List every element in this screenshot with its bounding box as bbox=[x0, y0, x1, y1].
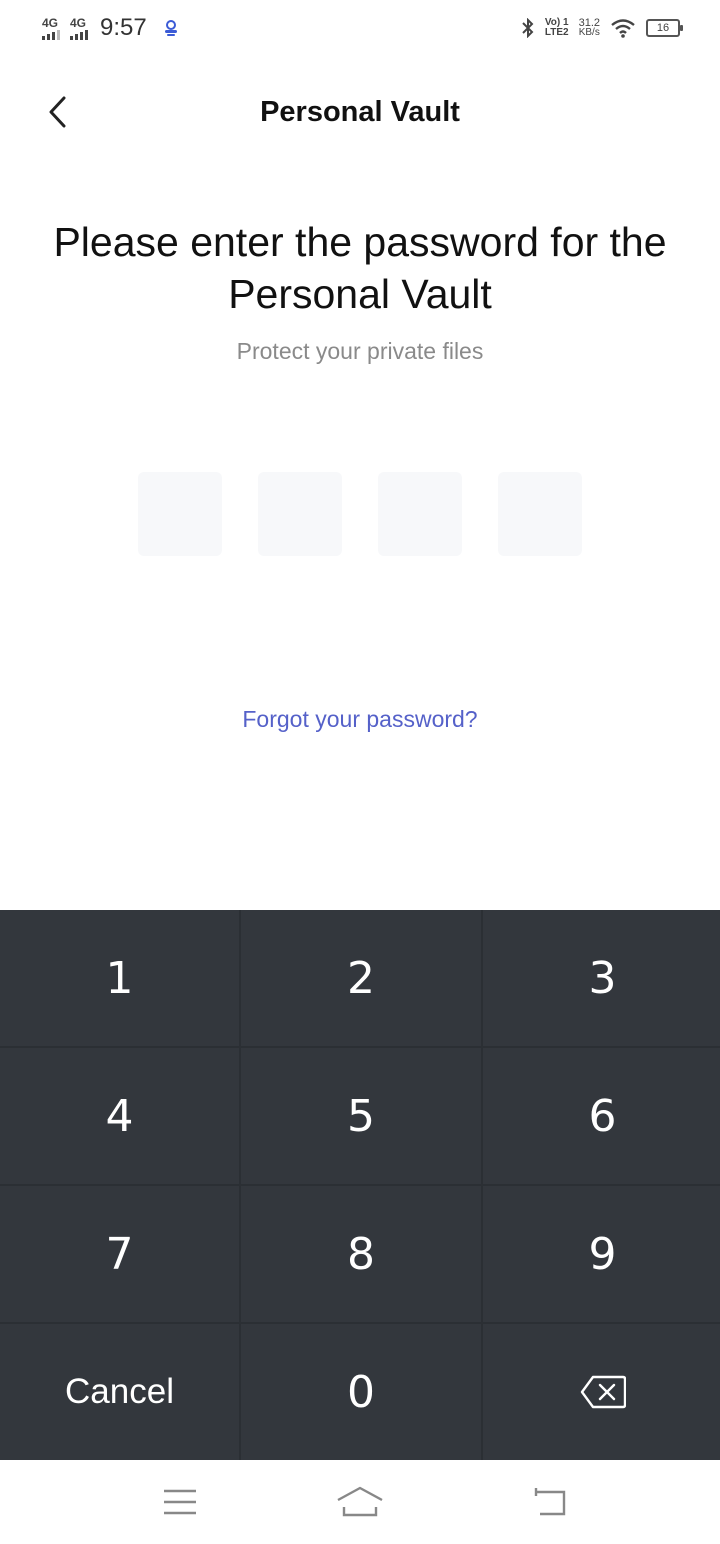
sim2-signal: 4G bbox=[70, 17, 88, 40]
status-right: Vo) 1 LTE2 31.2 KB/s 16 bbox=[521, 18, 683, 38]
pin-digit-box[interactable] bbox=[498, 472, 582, 556]
pin-digit-box[interactable] bbox=[258, 472, 342, 556]
key-0[interactable]: 0 bbox=[241, 1324, 481, 1460]
key-4[interactable]: 4 bbox=[0, 1048, 239, 1184]
key-2[interactable]: 2 bbox=[241, 910, 481, 1046]
back-icon bbox=[534, 1488, 566, 1516]
app-notification-icon bbox=[164, 20, 177, 36]
key-5[interactable]: 5 bbox=[241, 1048, 481, 1184]
key-6[interactable]: 6 bbox=[483, 1048, 720, 1184]
bluetooth-icon bbox=[522, 18, 534, 38]
prompt-subtitle: Protect your private files bbox=[236, 338, 484, 364]
cancel-button[interactable]: Cancel bbox=[0, 1324, 239, 1460]
speed-unit: KB/s bbox=[578, 27, 600, 38]
key-8[interactable]: 8 bbox=[241, 1186, 481, 1322]
sim1-network-type: 4G bbox=[42, 15, 59, 30]
key-9[interactable]: 9 bbox=[483, 1186, 720, 1322]
menu-icon bbox=[164, 1489, 196, 1515]
battery-level: 16 bbox=[656, 22, 670, 34]
wifi-icon bbox=[611, 19, 635, 38]
home-button[interactable] bbox=[330, 1482, 390, 1522]
sim2-network-type: 4G bbox=[70, 15, 87, 30]
delete-button[interactable] bbox=[483, 1324, 720, 1460]
home-icon bbox=[337, 1486, 383, 1517]
header: Personal Vault bbox=[0, 72, 720, 152]
numeric-keypad: 1 2 3 4 5 6 7 8 9 Cancel 0 bbox=[0, 910, 720, 1460]
signal-bars-icon bbox=[70, 29, 88, 40]
clock: 9:57 bbox=[100, 14, 147, 41]
forgot-password-link[interactable]: Forgot your password? bbox=[0, 706, 720, 733]
back-nav-button[interactable] bbox=[520, 1482, 580, 1522]
personal-vault-screen: 4G 4G 9:57 Vo) 1 LTE2 31.2 KB/s 16 Perso… bbox=[0, 0, 720, 1544]
system-nav-bar bbox=[0, 1460, 720, 1544]
key-1[interactable]: 1 bbox=[0, 910, 239, 1046]
signal-bars-icon bbox=[42, 29, 60, 40]
page-title: Personal Vault bbox=[260, 96, 460, 128]
recent-apps-button[interactable] bbox=[150, 1482, 210, 1522]
pin-input[interactable] bbox=[138, 472, 582, 556]
volte-line2: LTE2 bbox=[544, 27, 569, 38]
battery-icon: 16 bbox=[646, 19, 683, 37]
pin-digit-box[interactable] bbox=[378, 472, 462, 556]
key-3[interactable]: 3 bbox=[483, 910, 720, 1046]
pin-digit-box[interactable] bbox=[138, 472, 222, 556]
network-speed: 31.2 KB/s bbox=[579, 18, 600, 38]
backspace-icon bbox=[580, 1375, 626, 1409]
key-7[interactable]: 7 bbox=[0, 1186, 239, 1322]
password-prompt: Please enter the password for the Person… bbox=[53, 219, 667, 317]
volte-indicator: Vo) 1 LTE2 bbox=[545, 18, 569, 38]
sim1-signal: 4G bbox=[42, 17, 60, 40]
status-left: 4G 4G 9:57 bbox=[42, 14, 179, 42]
status-bar: 4G 4G 9:57 Vo) 1 LTE2 31.2 KB/s 16 bbox=[0, 0, 720, 56]
